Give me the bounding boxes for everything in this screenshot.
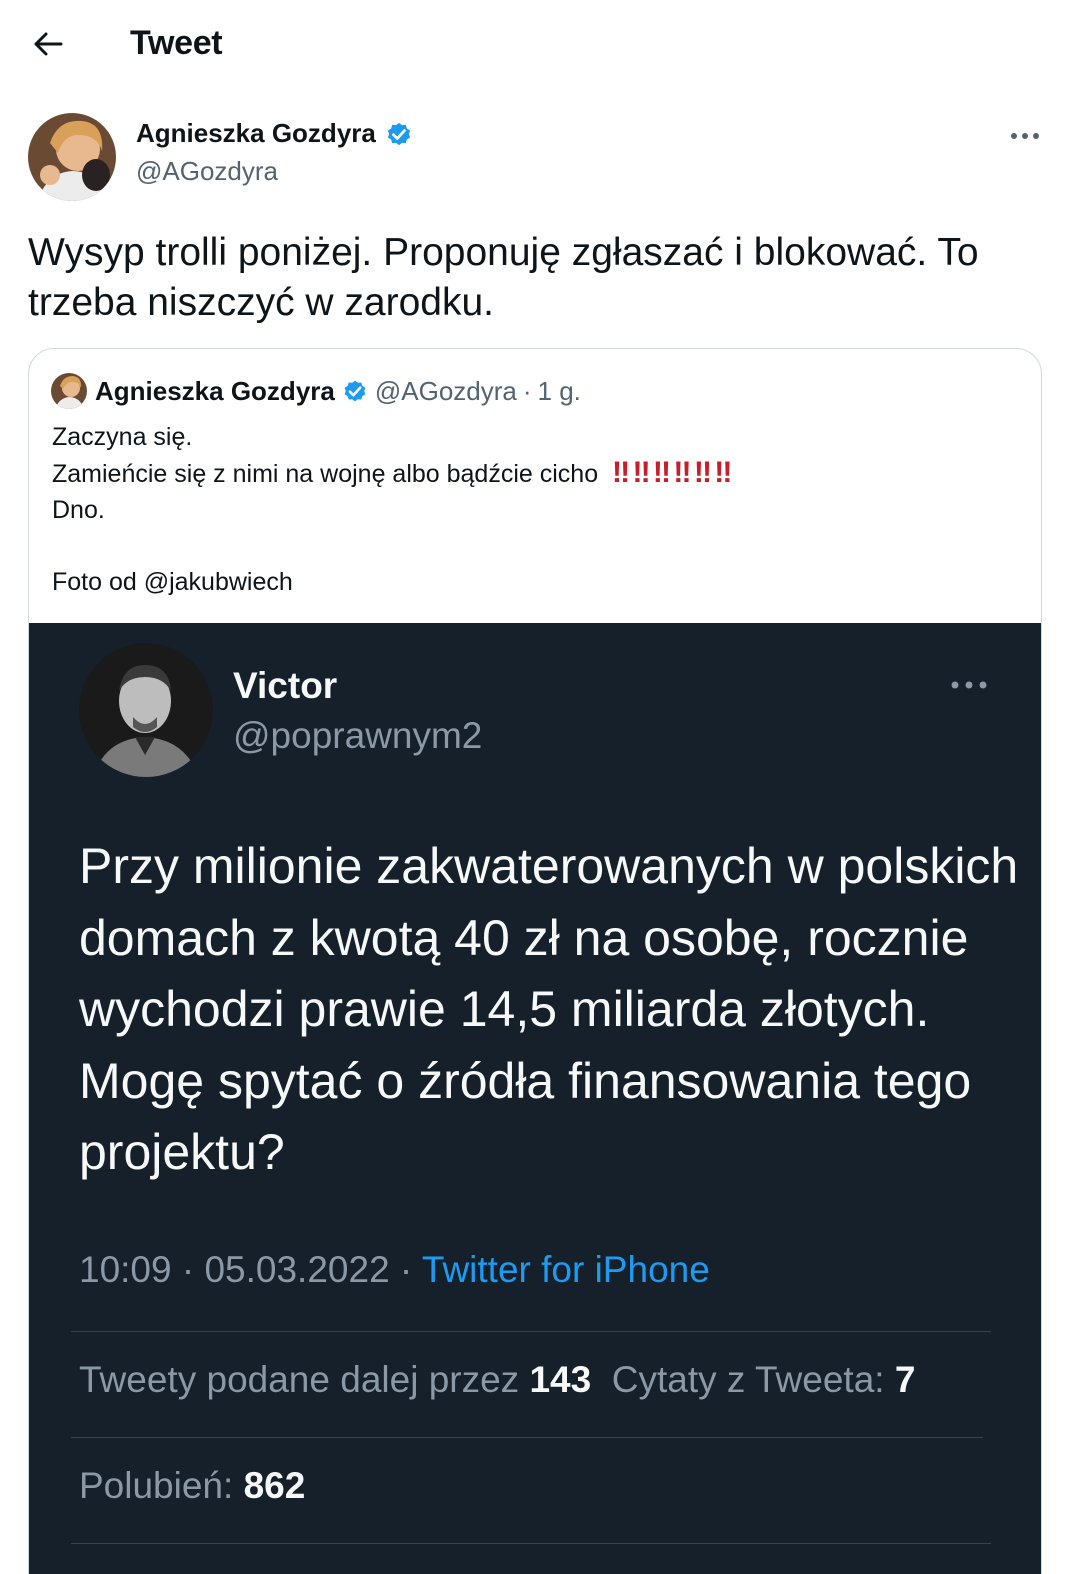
divider bbox=[71, 1437, 983, 1438]
quoted-separator: · bbox=[522, 375, 532, 406]
retweets-count: 143 bbox=[529, 1359, 592, 1400]
quoted-tweet[interactable]: Agnieszka Gozdyra @AGozdyra · 1 g. Zaczy… bbox=[28, 348, 1042, 1574]
quoted-line-2: Zamieńcie się z nimi na wojnę albo bądźc… bbox=[52, 460, 599, 488]
quoted-time: 1 g. bbox=[537, 375, 581, 406]
arrow-left-icon bbox=[34, 32, 63, 56]
verified-badge-icon bbox=[344, 380, 366, 402]
quoted-author-handle: @AGozdyra bbox=[374, 375, 517, 406]
quoted-tweet-header: Agnieszka Gozdyra @AGozdyra · 1 g. bbox=[51, 371, 581, 411]
embedded-screenshot[interactable]: Victor @poprawnym2 Przy milionie zakwate… bbox=[29, 623, 1041, 1574]
more-horizontal-icon bbox=[949, 671, 989, 699]
avatar[interactable] bbox=[28, 113, 116, 201]
verified-badge-icon bbox=[387, 122, 410, 145]
victor-tweet-source: Twitter for iPhone bbox=[421, 1249, 710, 1290]
author-handle[interactable]: @AGozdyra bbox=[136, 156, 278, 187]
likes-count: 862 bbox=[243, 1465, 306, 1506]
more-horizontal-icon bbox=[1011, 133, 1039, 139]
victor-handle: @poprawnym2 bbox=[233, 715, 483, 756]
back-button[interactable] bbox=[26, 22, 70, 66]
quoted-line-4: Foto od @jakubwiech bbox=[52, 568, 293, 596]
divider bbox=[71, 1543, 991, 1544]
likes-label: Polubień: bbox=[79, 1465, 234, 1506]
retweets-label: Tweety podane dalej przez bbox=[79, 1359, 520, 1400]
divider bbox=[71, 1331, 991, 1332]
victor-tweet-meta: 10:09 · 05.03.2022 · Twitter for iPhone bbox=[79, 1249, 710, 1291]
victor-tweet-time: 10:09 · 05.03.2022 · bbox=[79, 1249, 413, 1290]
double-exclamation-emoji: ‼ ‼ ‼ ‼ ‼ ‼ bbox=[612, 456, 732, 489]
quoted-line-1: Zaczyna się. bbox=[52, 423, 193, 451]
victor-avatar bbox=[79, 643, 213, 777]
quotes-count: 7 bbox=[894, 1359, 916, 1400]
victor-name: Victor bbox=[233, 665, 338, 706]
victor-tweet-stats: Tweety podane dalej przez 143 Cytaty z T… bbox=[79, 1359, 915, 1401]
quoted-avatar bbox=[51, 373, 87, 409]
tweet-text: Wysyp trolli poniżej. Proponuję zgłaszać… bbox=[28, 231, 979, 324]
page-title: Tweet bbox=[130, 24, 223, 62]
more-button[interactable] bbox=[1005, 118, 1045, 154]
author-name-text: Agnieszka Gozdyra bbox=[136, 118, 376, 148]
quoted-tweet-text: Zaczyna się. Zamieńcie się z nimi na woj… bbox=[52, 419, 732, 600]
author-name[interactable]: Agnieszka Gozdyra bbox=[136, 118, 414, 149]
quotes-label: Cytaty z Tweeta: bbox=[611, 1359, 885, 1400]
victor-tweet-likes: Polubień: 862 bbox=[79, 1465, 305, 1507]
quoted-line-3: Dno. bbox=[52, 496, 105, 524]
author-photo bbox=[28, 113, 116, 201]
quoted-author-name: Agnieszka Gozdyra bbox=[95, 375, 335, 406]
top-bar: Tweet bbox=[0, 0, 1074, 90]
victor-tweet-text: Przy milionie zakwaterowanych w polskich… bbox=[79, 838, 1019, 1180]
